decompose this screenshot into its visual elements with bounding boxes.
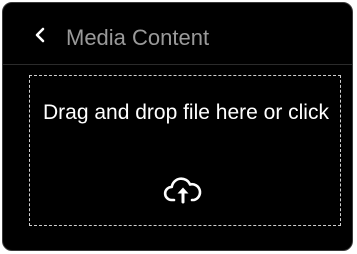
panel-header: Media Content [3, 3, 352, 65]
back-button[interactable] [29, 23, 51, 47]
cloud-upload-icon [163, 174, 203, 208]
chevron-left-icon [29, 23, 51, 47]
file-dropzone[interactable]: Drag and drop file here or click [29, 75, 341, 226]
dropzone-instructions: Drag and drop file here or click [43, 101, 329, 124]
media-content-panel: Media Content Drag and drop file here or… [2, 2, 353, 251]
page-title: Media Content [66, 25, 210, 50]
